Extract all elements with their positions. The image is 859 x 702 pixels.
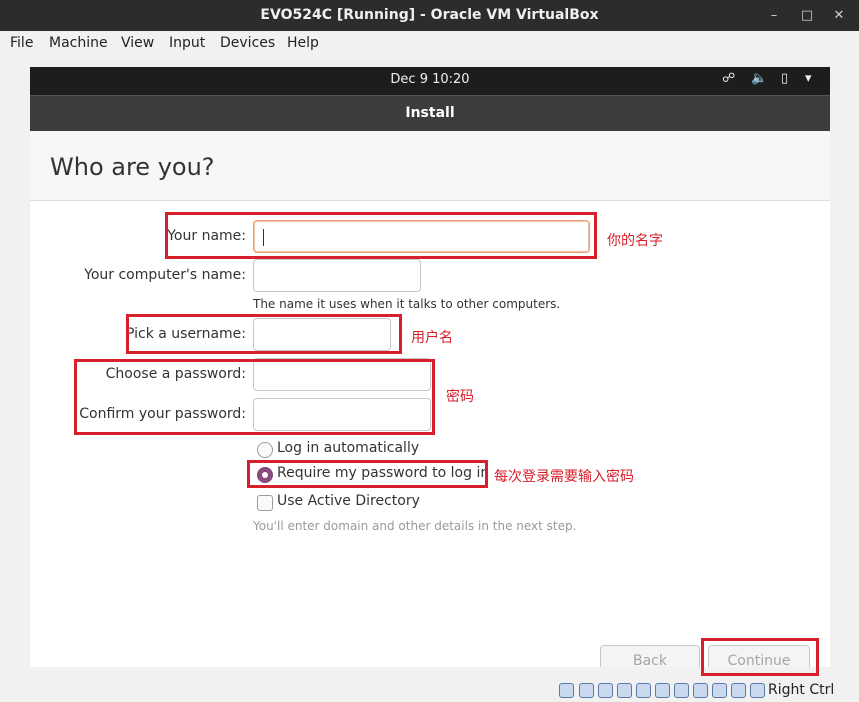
- auto-login-label[interactable]: Log in automatically: [277, 440, 419, 456]
- require-password-highlight-box: [247, 460, 488, 488]
- recording-icon[interactable]: [693, 683, 708, 698]
- guest-topbar: Dec 9 10:20 ☍ 🔈 ▯ ▾: [30, 67, 830, 95]
- active-directory-label[interactable]: Use Active Directory: [277, 493, 420, 509]
- clock[interactable]: Dec 9 10:20: [30, 72, 830, 87]
- require-password-annotation: 每次登录需要输入密码: [494, 469, 634, 485]
- menu-file[interactable]: File: [10, 35, 33, 51]
- battery-icon[interactable]: ▯: [781, 71, 788, 86]
- vm-statusbar: Right Ctrl: [0, 680, 859, 702]
- audio-icon[interactable]: [598, 683, 613, 698]
- volume-icon[interactable]: 🔈: [751, 71, 767, 86]
- usb-icon[interactable]: [636, 683, 651, 698]
- harddisk-icon[interactable]: [559, 683, 574, 698]
- computer-name-hint: The name it uses when it talks to other …: [253, 297, 561, 311]
- username-highlight-box: [126, 314, 402, 354]
- continue-highlight-box: [701, 638, 819, 676]
- minimize-button[interactable]: –: [764, 6, 784, 26]
- name-annotation: 你的名字: [607, 233, 663, 249]
- network-icon[interactable]: ☍: [722, 71, 735, 86]
- network-adapter-icon[interactable]: [617, 683, 632, 698]
- display-icon[interactable]: [674, 683, 689, 698]
- system-menu-chevron-icon[interactable]: ▾: [805, 71, 812, 86]
- username-annotation: 用户名: [411, 330, 453, 346]
- virtualization-icon[interactable]: [712, 683, 727, 698]
- optical-drive-icon[interactable]: [579, 683, 594, 698]
- window-title: EVO524C [Running] - Oracle VM VirtualBox: [260, 7, 599, 23]
- shared-folders-icon[interactable]: [655, 683, 670, 698]
- window-titlebar: EVO524C [Running] - Oracle VM VirtualBox…: [0, 0, 859, 31]
- maximize-button[interactable]: □: [797, 6, 817, 26]
- password-highlight-box: [74, 359, 435, 435]
- installer-title: Install: [405, 105, 455, 121]
- mouse-integration-icon[interactable]: [731, 683, 746, 698]
- close-button[interactable]: ✕: [829, 6, 849, 26]
- menu-devices[interactable]: Devices: [220, 35, 275, 51]
- active-directory-checkbox[interactable]: [257, 495, 273, 511]
- name-highlight-box: [165, 212, 597, 259]
- keyboard-capture-icon[interactable]: [750, 683, 765, 698]
- host-key-label: Right Ctrl: [768, 682, 835, 698]
- menu-input[interactable]: Input: [169, 35, 205, 51]
- auto-login-radio[interactable]: [257, 442, 273, 458]
- menu-machine[interactable]: Machine: [49, 35, 108, 51]
- installer-headerbar: Install: [30, 95, 830, 131]
- page-title: Who are you?: [50, 153, 215, 181]
- menu-view[interactable]: View: [121, 35, 154, 51]
- computer-name-label: Your computer's name:: [84, 267, 246, 283]
- back-button[interactable]: Back: [600, 645, 700, 667]
- password-annotation: 密码: [446, 389, 474, 405]
- computer-name-input[interactable]: [253, 259, 421, 292]
- active-directory-hint: You'll enter domain and other details in…: [253, 519, 577, 533]
- menu-help[interactable]: Help: [287, 35, 319, 51]
- menubar: File Machine View Input Devices Help: [0, 31, 859, 57]
